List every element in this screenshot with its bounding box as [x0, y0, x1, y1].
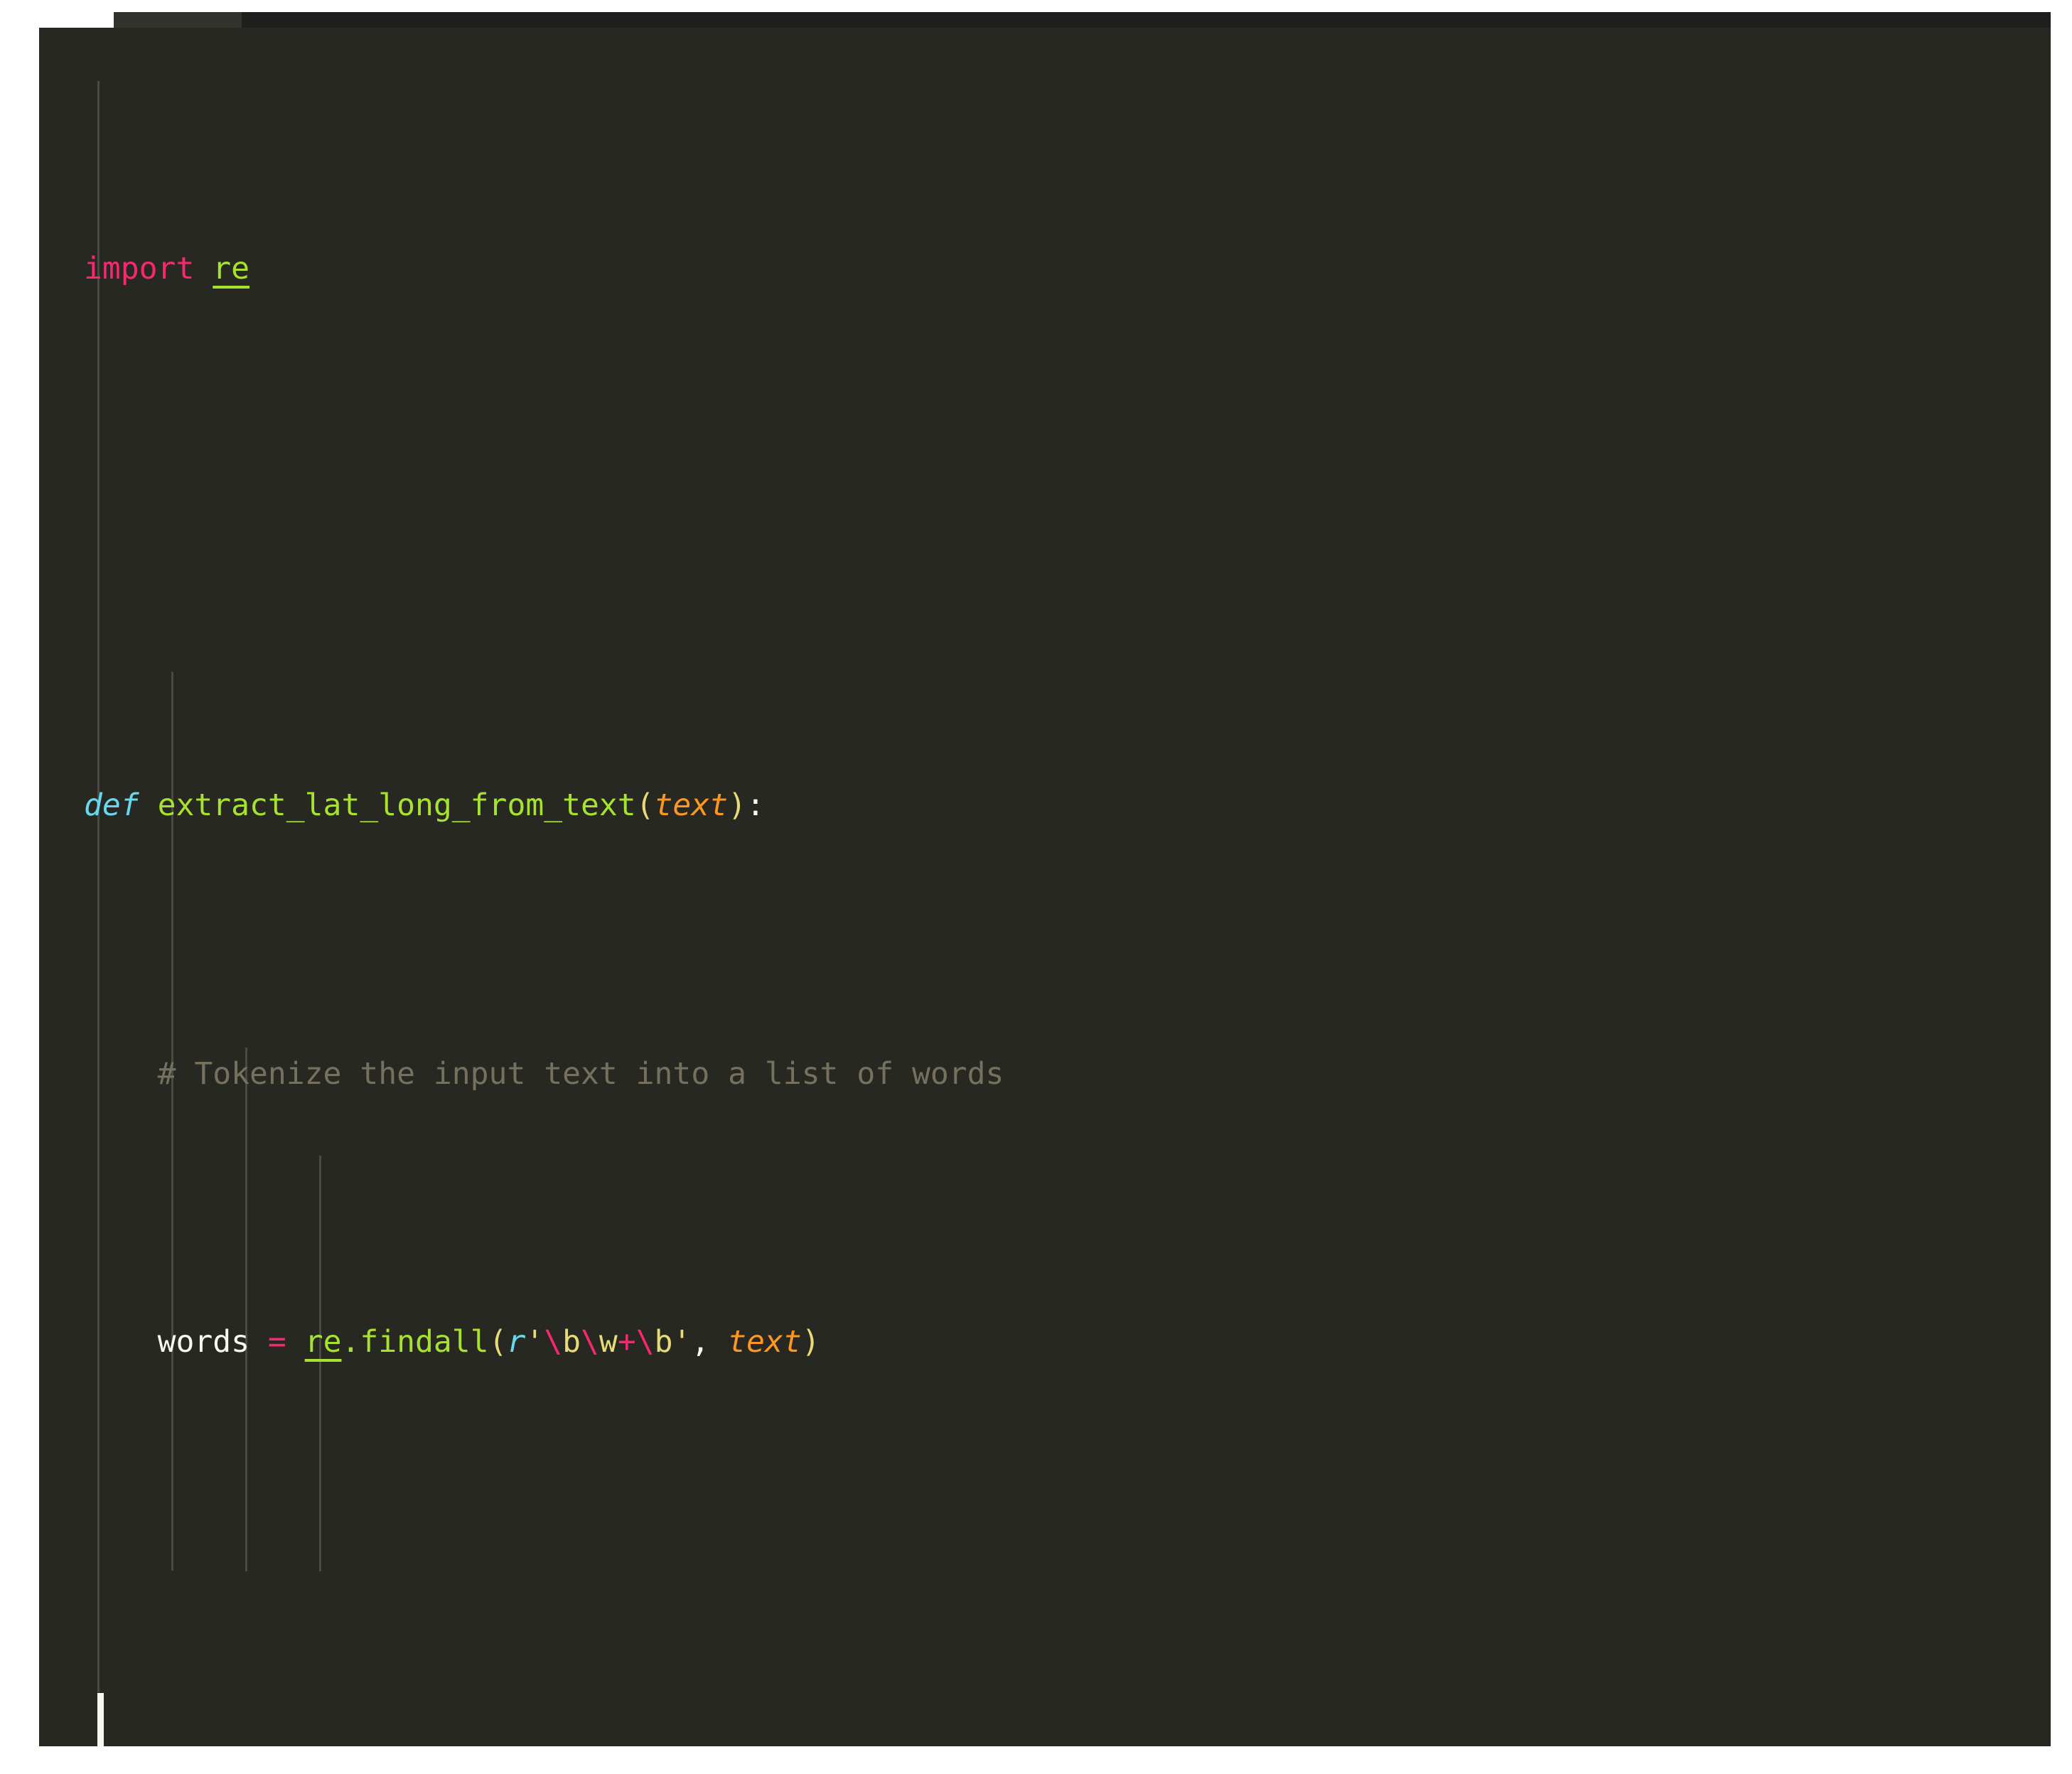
code-line[interactable]: def extract_lat_long_from_text(text):: [39, 779, 2051, 833]
code-line[interactable]: import re: [39, 242, 2051, 296]
token-assign: =: [268, 1324, 286, 1360]
token-keyword-def: def: [84, 787, 139, 823]
text-caret: [97, 1693, 104, 1746]
token-comment-tokenize: # Tokenize the input text into a list of…: [158, 1056, 1004, 1092]
token-quote: ': [672, 1324, 691, 1360]
code-surface[interactable]: import re def extract_lat_long_from_text…: [39, 28, 2051, 1746]
code-line[interactable]: # Tokenize the input text into a list of…: [39, 1048, 2051, 1102]
code-editor-window: import re def extract_lat_long_from_text…: [0, 0, 2072, 1774]
token-comma: ,: [691, 1324, 709, 1360]
token-paren-close: ): [802, 1324, 820, 1360]
editor-tab-strip[interactable]: [114, 12, 242, 28]
token-function-name: extract_lat_long_from_text: [158, 787, 636, 823]
editor-top-strip: [114, 12, 2051, 28]
token-keyword-import: import: [84, 251, 194, 286]
token-regex-escape: \: [544, 1324, 562, 1360]
token-parameter-text: text: [655, 787, 729, 823]
code-line-blank[interactable]: [39, 1584, 2051, 1638]
token-raw-prefix: r: [507, 1324, 525, 1360]
token-paren-open: (: [489, 1324, 508, 1360]
token-dot: .: [341, 1324, 360, 1360]
code-line[interactable]: words = re.findall(r'\b\w+\b', text): [39, 1316, 2051, 1370]
code-text-block[interactable]: import re def extract_lat_long_from_text…: [39, 28, 2051, 1746]
token-quote: ': [525, 1324, 544, 1360]
token-paren-close: ): [728, 787, 746, 823]
token-paren-open: (: [636, 787, 655, 823]
token-module-re: re: [213, 251, 249, 286]
token-arg-text: text: [728, 1324, 802, 1360]
token-colon: :: [746, 787, 765, 823]
token-module-re: re: [305, 1324, 342, 1360]
code-line-blank[interactable]: [39, 511, 2051, 565]
token-method-findall: findall: [360, 1324, 488, 1360]
token-regex-quantifier: +: [618, 1324, 636, 1360]
token-var-words: words: [158, 1324, 249, 1360]
